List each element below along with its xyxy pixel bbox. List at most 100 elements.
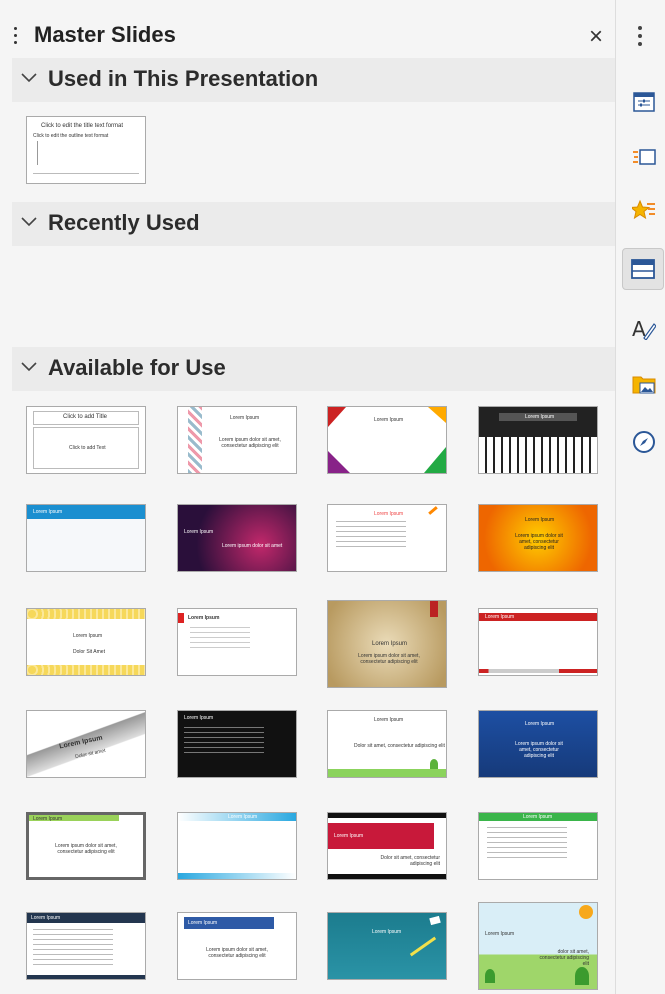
thumb-title: Lorem Ipsum [33,509,63,515]
section-recent-title: Recently Used [48,210,200,235]
master-thumb[interactable]: Lorem Ipsum [478,406,598,474]
thumb-title: Lorem Ipsum [525,414,555,420]
thumb-title: Lorem Ipsum [485,931,515,937]
tree-icon [575,967,589,985]
master-thumb[interactable]: Lorem Ipsum dolor sit amet, consectetur … [478,902,598,990]
master-slides-icon[interactable] [622,248,664,290]
thumb-title: Click to add Title [63,414,108,420]
top-bar [328,813,446,818]
master-thumb[interactable]: Lorem Ipsum Dolor Sit Amet [26,608,146,676]
thumb-body: Lorem ipsum dolor sit amet, consectetur … [55,843,117,855]
thumb-body: Lorem ipsum dolor sit amet, consectetur … [358,653,420,665]
master-thumb[interactable]: Click to add Title Click to add Text [26,406,146,474]
bookmark-icon [430,601,438,617]
master-thumb[interactable]: Lorem Ipsum [26,504,146,572]
master-thumb[interactable]: Lorem Ipsum [26,912,146,980]
thumb-title: Lorem Ipsum [58,734,104,751]
master-thumb[interactable]: Lorem Ipsum Dolor sit amet, consectetur … [327,812,447,880]
master-thumb[interactable]: Lorem Ipsum [327,406,447,474]
footer-bar [479,669,597,673]
master-thumb[interactable]: Lorem Ipsum Lorem ipsum dolor sit amet, … [26,812,146,880]
tree-icon [430,759,438,769]
master-slides-panel: Master Slides × Used in This Presentatio… [0,0,615,994]
section-recent-header[interactable]: Recently Used [12,202,615,246]
chevron-down-icon [21,362,37,372]
thumb-title: Lorem Ipsum [188,615,220,621]
accent-bar [178,613,184,623]
thumb-title: Lorem Ipsum [228,814,258,820]
gallery-icon[interactable] [624,364,664,404]
decoration [27,665,145,675]
chevron-down-icon [21,217,37,227]
text-lines [487,827,567,861]
section-available-title: Available for Use [48,355,226,380]
thumb-outline: Click to edit the outline text format [33,133,109,139]
section-available-header[interactable]: Available for Use [12,347,615,391]
thumb-body: Lorem ipsum dolor sit amet, consectetur … [515,533,563,551]
decoration [424,447,446,473]
decoration [27,609,145,619]
section-used-title: Used in This Presentation [48,66,319,91]
thumb-body: Click to add Text [69,445,106,451]
sidebar-menu-icon[interactable] [638,26,642,50]
navigator-icon[interactable] [624,422,664,462]
thumb-title: Lorem Ipsum [230,415,260,421]
text-lines [33,929,113,965]
sun-icon [579,905,593,919]
decoration [428,407,446,423]
panel-header: Master Slides × [0,14,615,58]
thumb-body: Dolor sit amet, consectetur adipiscing e… [354,743,445,749]
section-used-header[interactable]: Used in This Presentation [12,58,615,102]
master-thumb[interactable]: Lorem Ipsum Lorem ipsum dolor sit amet [177,504,297,572]
svg-text:A: A [632,317,646,340]
thumb-body: Dolor Sit Amet [73,649,105,655]
drag-grip-icon[interactable] [14,27,18,49]
master-thumb[interactable]: Lorem Ipsum [327,912,447,980]
master-thumb[interactable]: Lorem Ipsum Lorem ipsum dolor sit amet, … [478,710,598,778]
properties-icon[interactable] [624,82,664,122]
thumb-title: Lorem Ipsum [372,929,402,935]
decoration [328,407,346,427]
slide-transition-icon[interactable] [624,137,664,177]
master-thumb[interactable]: Lorem Ipsum Dolor sit amet [26,710,146,778]
thumb-title: Lorem Ipsum [525,517,555,523]
master-thumb[interactable]: Lorem Ipsum [177,812,297,880]
text-lines [184,727,264,755]
close-button[interactable]: × [583,24,609,50]
master-thumb[interactable]: Lorem Ipsum [478,812,598,880]
used-master-thumb[interactable]: Click to edit the title text format Clic… [26,116,146,184]
thumb-title: Click to edit the title text format [41,123,124,129]
thumb-body: Dolor sit amet, consectetur adipiscing e… [380,855,440,867]
thumb-body: Lorem ipsum dolor sit amet [222,543,283,549]
thumb-title: Lorem Ipsum [374,717,404,723]
section-recent-body [12,246,615,346]
master-thumb[interactable]: Lorem Ipsum [177,710,297,778]
thumb-title: Lorem Ipsum [485,614,515,620]
thumb-title: Lorem Ipsum [184,715,214,721]
section-available-body: Click to add Title Click to add Text Lor… [12,391,615,994]
bottom-bar [328,874,446,879]
note-icon [429,915,441,926]
master-thumb[interactable]: Lorem Ipsum [327,504,447,572]
decoration [188,407,202,473]
thumb-title: Lorem Ipsum [374,511,404,517]
master-thumb[interactable]: Lorem Ipsum Dolor sit amet, consectetur … [327,710,447,778]
master-thumb[interactable]: Lorem Ipsum Lorem ipsum dolor sit amet, … [327,600,447,688]
footer-bar [27,975,145,979]
thumb-title: Lorem Ipsum [188,920,218,926]
master-thumb[interactable]: Lorem Ipsum Lorem ipsum dolor sit amet, … [478,504,598,572]
thumb-title: Lorem Ipsum [525,721,555,727]
thumb-title: Lorem Ipsum [184,529,214,535]
master-thumb[interactable]: Lorem Ipsum [177,608,297,676]
master-thumb[interactable]: Lorem Ipsum [478,608,598,676]
footer-line [33,173,139,178]
master-thumb[interactable]: Lorem Ipsum Lorem ipsum dolor sit amet, … [177,912,297,980]
tree-icon [485,969,495,983]
panel-title: Master Slides [34,22,176,47]
thumb-body: dolor sit amet, consectetur adipiscing e… [539,949,589,967]
animation-icon[interactable] [624,191,664,231]
text-lines [190,627,250,649]
master-thumb[interactable]: Lorem Ipsum Lorem ipsum dolor sit amet, … [177,406,297,474]
styles-icon[interactable]: A [624,308,664,348]
thumb-title: Lorem Ipsum [73,633,103,639]
